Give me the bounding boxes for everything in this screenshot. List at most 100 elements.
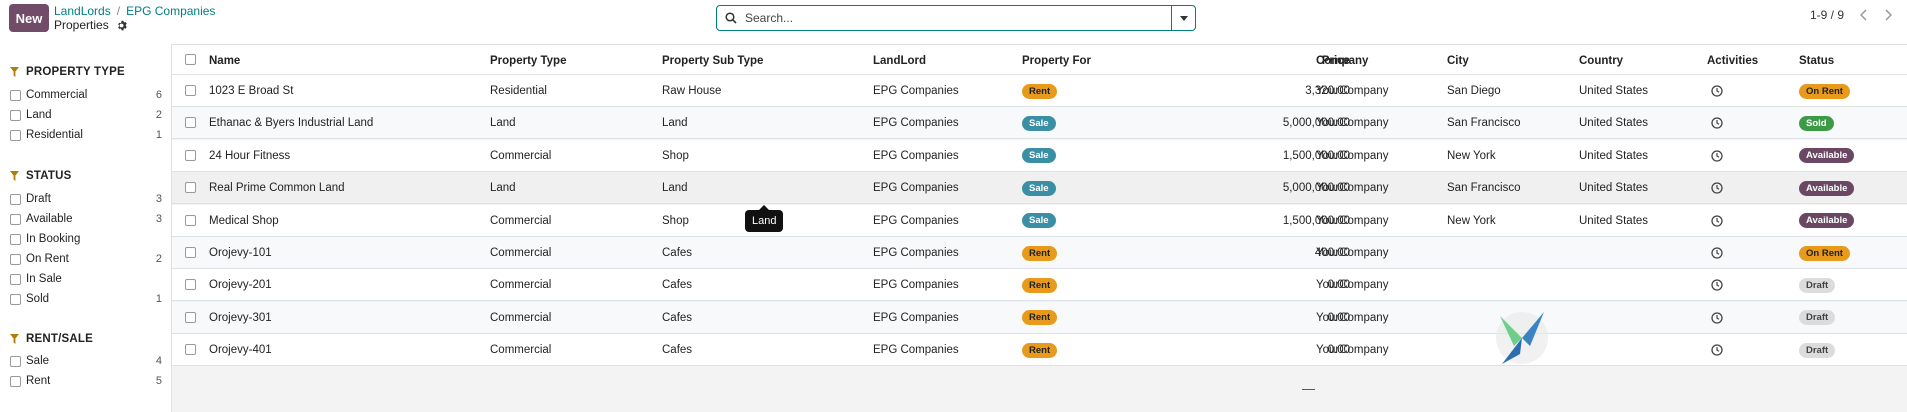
search-options-toggle[interactable]	[1172, 5, 1196, 31]
column-property-sub-type[interactable]: Property Sub Type	[662, 45, 763, 76]
new-button[interactable]: New	[9, 4, 49, 32]
pager-next-button[interactable]	[1876, 4, 1900, 26]
filter-land[interactable]: Land 2	[10, 107, 162, 123]
filter-on-rent[interactable]: On Rent 2	[10, 251, 162, 267]
row-checkbox[interactable]	[185, 85, 196, 96]
clock-icon[interactable]	[1711, 344, 1723, 356]
row-checkbox[interactable]	[185, 214, 196, 226]
checkbox[interactable]	[10, 253, 21, 265]
cell-property-for: Rent	[1022, 269, 1058, 301]
column-country[interactable]: Country	[1579, 45, 1623, 76]
checkbox[interactable]	[10, 293, 21, 305]
status-badge: Sold	[1799, 115, 1834, 131]
table-row[interactable]: Orojevy-301 Commercial Cafes EPG Companies R…	[172, 301, 1907, 334]
cell-landlord: EPG Companies	[873, 182, 959, 195]
cell-city: San Diego	[1447, 85, 1501, 97]
breadcrumb-epg-companies[interactable]: EPG Companies	[126, 4, 215, 18]
clock-icon[interactable]	[1711, 182, 1723, 194]
filter-label: Residential	[26, 129, 83, 141]
filter-in-booking[interactable]: In Booking	[10, 231, 162, 247]
cell-name: Orojevy-201	[209, 279, 272, 292]
cell-activities[interactable]	[1711, 237, 1723, 269]
cell-status: Draft	[1799, 302, 1836, 334]
cell-city: San Francisco	[1447, 117, 1521, 130]
clock-icon[interactable]	[1711, 85, 1723, 97]
cell-landlord: EPG Companies	[873, 214, 959, 227]
page-title: Properties	[54, 18, 127, 32]
column-city[interactable]: City	[1447, 45, 1469, 76]
clock-icon[interactable]	[1711, 279, 1723, 292]
checkbox[interactable]	[10, 273, 21, 285]
filter-label: Commercial	[26, 89, 88, 101]
checkbox[interactable]	[10, 109, 21, 121]
table-row[interactable]: Medical Shop Commercial Shop EPG Companies S…	[172, 204, 1907, 237]
row-checkbox[interactable]	[185, 247, 196, 258]
table-row[interactable]: 1023 E Broad St Residential Raw House EPG C…	[172, 75, 1907, 107]
filter-label: Available	[26, 213, 73, 225]
checkbox[interactable]	[10, 193, 21, 205]
column-activities[interactable]: Activities	[1707, 45, 1758, 76]
table-row[interactable]: Orojevy-201 Commercial Cafes EPG Companies R…	[172, 269, 1907, 302]
cell-country: United States	[1579, 149, 1649, 162]
row-checkbox[interactable]	[185, 344, 196, 356]
clock-icon[interactable]	[1711, 117, 1723, 130]
row-checkbox[interactable]	[185, 182, 196, 194]
table-row[interactable]: Ethanac & Byers Industrial Land Land Land E…	[172, 107, 1907, 140]
row-checkbox[interactable]	[185, 311, 196, 323]
pager-value[interactable]: 1-9 / 9	[1810, 8, 1844, 22]
column-company[interactable]: Company	[1316, 45, 1368, 76]
checkbox[interactable]	[10, 375, 21, 387]
search-input[interactable]	[745, 7, 1171, 29]
column-property-type[interactable]: Property Type	[490, 45, 566, 76]
checkbox[interactable]	[10, 213, 21, 225]
gear-icon[interactable]	[116, 20, 127, 31]
select-all-checkbox[interactable]	[185, 54, 196, 65]
column-status[interactable]: Status	[1799, 45, 1834, 76]
cell-property-for: Sale	[1022, 107, 1056, 139]
cell-activities[interactable]	[1711, 140, 1723, 172]
column-landlord[interactable]: LandLord	[873, 45, 926, 76]
breadcrumb-current: Properties	[54, 18, 109, 32]
table-row[interactable]: 24 Hour Fitness Commercial Shop EPG Compani…	[172, 139, 1907, 172]
clock-icon[interactable]	[1711, 247, 1723, 259]
column-name[interactable]: Name	[209, 45, 240, 76]
filter-residential[interactable]: Residential 1	[10, 127, 162, 143]
filter-label: Land	[26, 109, 52, 121]
table-row[interactable]: Orojevy-401 Commercial Cafes EPG Companies R…	[172, 334, 1907, 367]
clock-icon[interactable]	[1711, 312, 1723, 324]
cell-activities[interactable]	[1711, 334, 1723, 366]
filter-in-sale[interactable]: In Sale	[10, 271, 162, 287]
cell-country: United States	[1579, 85, 1649, 97]
row-checkbox[interactable]	[185, 149, 196, 161]
table-row[interactable]: Orojevy-101 Commercial Cafes EPG Companies R…	[172, 237, 1907, 269]
row-checkbox[interactable]	[185, 117, 196, 129]
clock-icon[interactable]	[1711, 150, 1723, 162]
cell-activities[interactable]	[1711, 75, 1723, 107]
cell-status: Draft	[1799, 334, 1836, 366]
checkbox[interactable]	[10, 355, 21, 367]
search-box[interactable]	[716, 5, 1172, 31]
table-row[interactable]: Real Prime Common Land Land Land EPG Compan…	[172, 172, 1907, 205]
cell-activities[interactable]	[1711, 107, 1723, 139]
filter-sold[interactable]: Sold 1	[10, 291, 162, 307]
filter-rent[interactable]: Rent 5	[10, 373, 162, 389]
row-checkbox[interactable]	[185, 279, 196, 291]
cell-activities[interactable]	[1711, 172, 1723, 204]
cell-status: On Rent	[1799, 237, 1850, 269]
property-for-badge: Sale	[1022, 213, 1056, 229]
checkbox[interactable]	[10, 233, 21, 245]
checkbox[interactable]	[10, 129, 21, 141]
filter-available[interactable]: Available 3	[10, 211, 162, 227]
cell-activities[interactable]	[1711, 205, 1723, 237]
breadcrumb-landlords[interactable]: LandLords	[54, 4, 111, 18]
filter-commercial[interactable]: Commercial 6	[10, 87, 162, 103]
filter-sale[interactable]: Sale 4	[10, 353, 162, 369]
filter-draft[interactable]: Draft 3	[10, 191, 162, 207]
pager-previous-button[interactable]	[1852, 4, 1876, 26]
checkbox[interactable]	[10, 89, 21, 101]
cell-landlord: EPG Companies	[873, 247, 959, 259]
column-property-for[interactable]: Property For	[1022, 45, 1091, 76]
cell-activities[interactable]	[1711, 302, 1723, 334]
clock-icon[interactable]	[1711, 214, 1723, 227]
cell-activities[interactable]	[1711, 269, 1723, 301]
